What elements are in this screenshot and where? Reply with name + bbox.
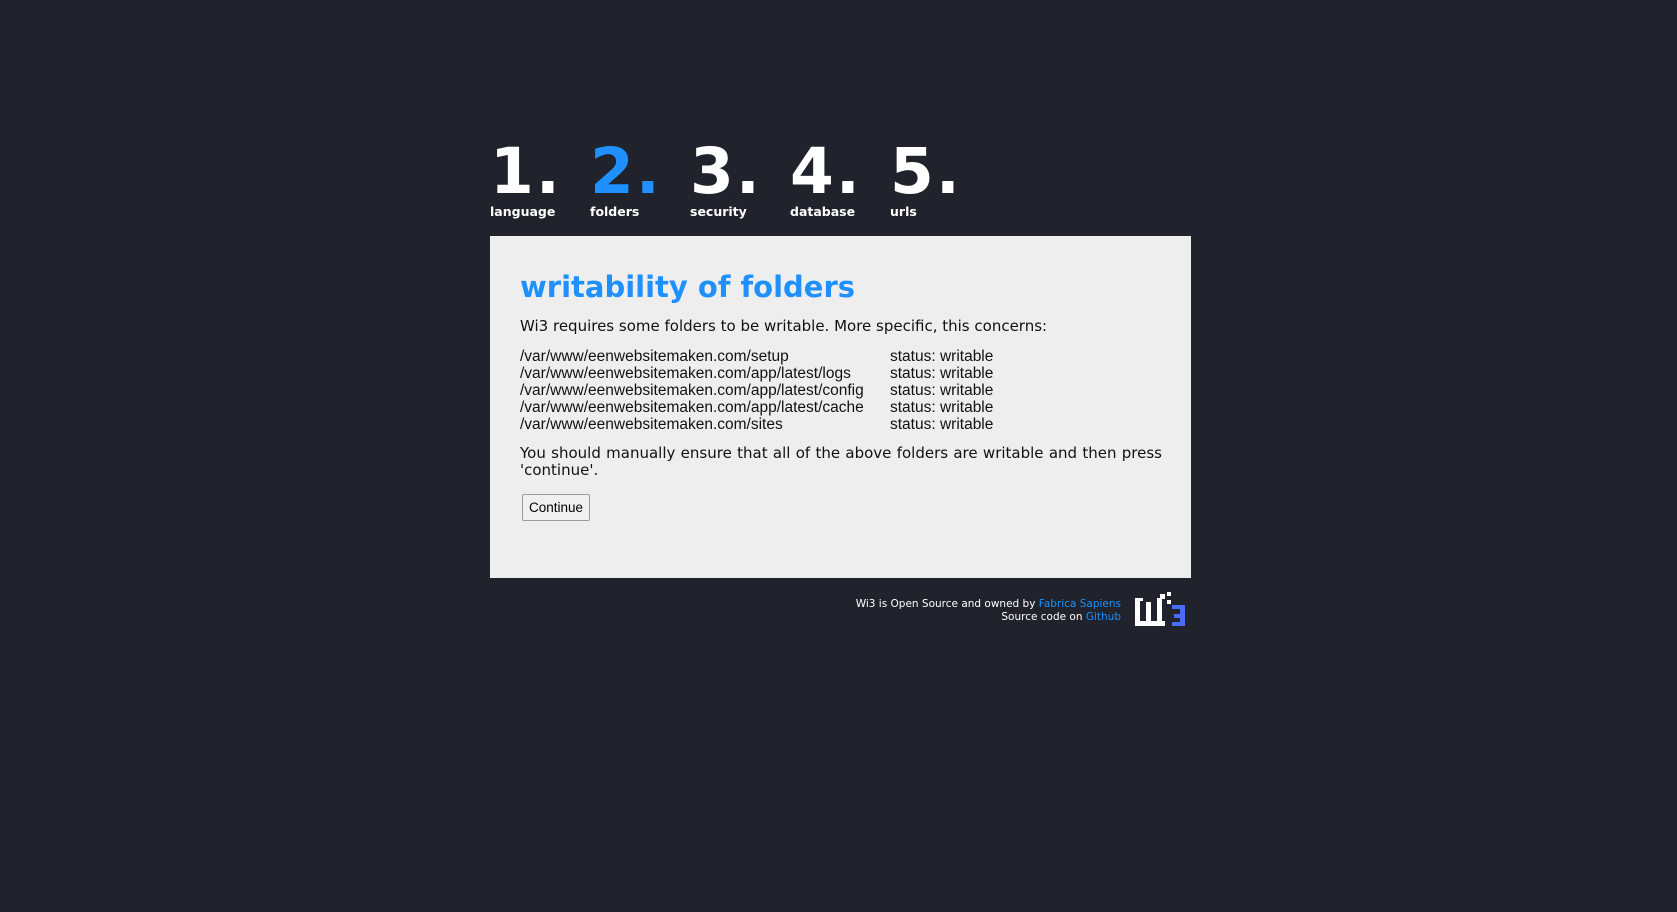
folder-row: /var/www/eenwebsitemaken.com/app/latest/…: [520, 399, 1162, 416]
step-language: 1. language: [490, 140, 562, 219]
step-number: 1.: [490, 135, 562, 208]
folder-row: /var/www/eenwebsitemaken.com/app/latest/…: [520, 365, 1162, 382]
footer: Wi3 is Open Source and owned by Fabrica …: [490, 592, 1191, 632]
wi3-logo-icon: [1135, 592, 1185, 626]
step-urls: 5. urls: [890, 140, 962, 219]
footer-source-prefix: Source code on: [1001, 611, 1086, 623]
github-link[interactable]: Github: [1086, 611, 1121, 623]
continue-button[interactable]: Continue: [522, 494, 591, 521]
folder-path: /var/www/eenwebsitemaken.com/sites: [520, 416, 783, 433]
step-database: 4. database: [790, 140, 862, 219]
folder-status: status: writable: [890, 399, 994, 416]
step-folders: 2. folders: [590, 140, 662, 219]
folder-status: status: writable: [890, 416, 994, 433]
folder-status: status: writable: [890, 365, 994, 382]
folder-path: /var/www/eenwebsitemaken.com/app/latest/…: [520, 365, 851, 382]
step-number: 3.: [690, 135, 762, 208]
folder-path: /var/www/eenwebsitemaken.com/setup: [520, 348, 789, 365]
footer-source-line: Source code on Github: [856, 611, 1121, 624]
footer-owner-line: Wi3 is Open Source and owned by Fabrica …: [856, 598, 1121, 611]
step-indicator: 1. language 2. folders 3. security 4. da…: [490, 140, 1191, 224]
instruction-text: You should manually ensure that all of t…: [520, 444, 1162, 479]
intro-text: Wi3 requires some folders to be writable…: [520, 317, 1048, 335]
content-panel: writability of folders Wi3 requires some…: [490, 236, 1191, 578]
owner-link[interactable]: Fabrica Sapiens: [1039, 598, 1121, 610]
folder-row: /var/www/eenwebsitemaken.com/sites statu…: [520, 416, 1162, 433]
step-label: database: [790, 204, 856, 219]
footer-text: Wi3 is Open Source and owned by Fabrica …: [856, 598, 1121, 624]
folder-path: /var/www/eenwebsitemaken.com/app/latest/…: [520, 382, 864, 399]
step-number: 5.: [890, 135, 962, 208]
step-security: 3. security: [690, 140, 762, 219]
page-title: writability of folders: [520, 270, 856, 304]
installer-container: 1. language 2. folders 3. security 4. da…: [490, 140, 1191, 626]
footer-owner-prefix: Wi3 is Open Source and owned by: [855, 598, 1039, 610]
folder-status: status: writable: [890, 382, 994, 399]
folder-list: /var/www/eenwebsitemaken.com/setup statu…: [520, 348, 1162, 433]
folder-path: /var/www/eenwebsitemaken.com/app/latest/…: [520, 399, 864, 416]
folder-row: /var/www/eenwebsitemaken.com/setup statu…: [520, 348, 1162, 365]
step-label: language: [490, 204, 556, 219]
folder-status: status: writable: [890, 348, 994, 365]
step-number: 4.: [790, 135, 862, 208]
folder-row: /var/www/eenwebsitemaken.com/app/latest/…: [520, 382, 1162, 399]
step-number: 2.: [590, 135, 662, 208]
